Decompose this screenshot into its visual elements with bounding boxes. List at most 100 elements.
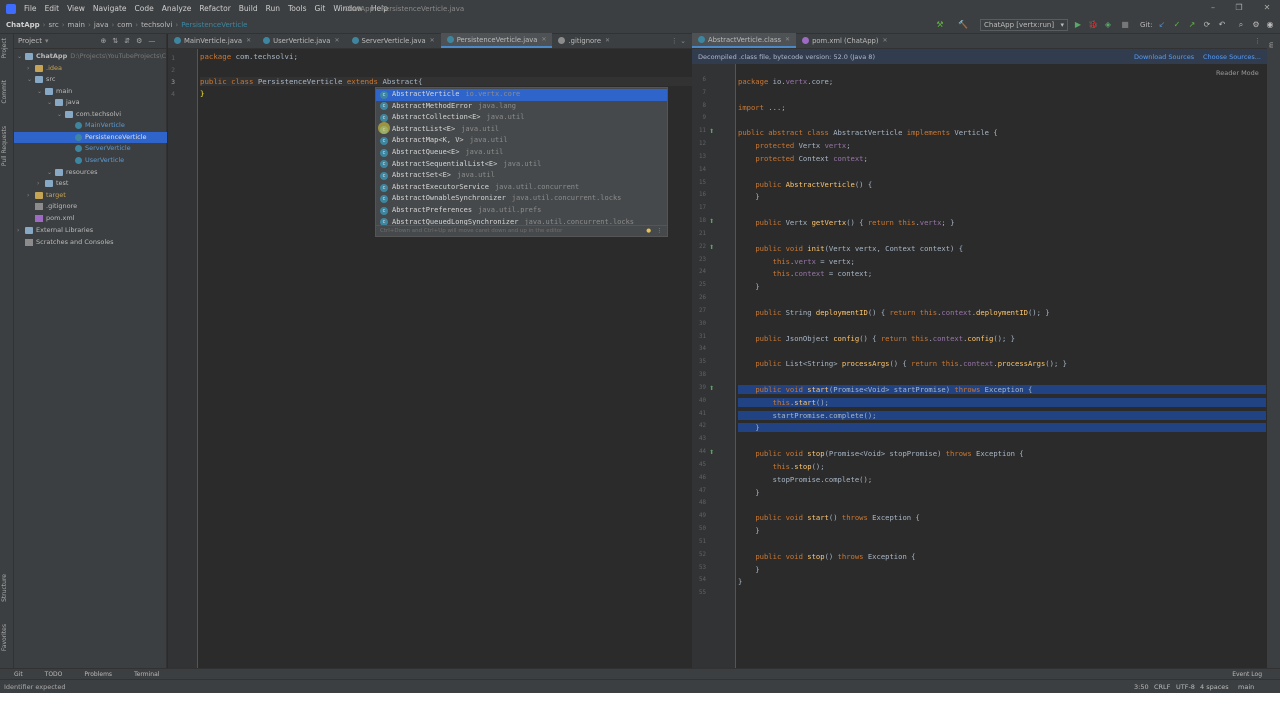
tree-item[interactable]: ⌄ main bbox=[14, 86, 167, 97]
line-separator[interactable]: CRLF bbox=[1154, 683, 1170, 691]
code-line-package[interactable]: package com.techsolvi; bbox=[200, 52, 298, 61]
tree-item[interactable]: UserVerticle bbox=[14, 155, 167, 166]
completion-item[interactable]: cAbstractList<E>java.util bbox=[376, 124, 667, 136]
code-line[interactable]: protected Vertx vertx; bbox=[738, 141, 850, 150]
tree-item[interactable]: ServerVerticle bbox=[14, 143, 167, 154]
event-log-button[interactable]: Event Log bbox=[1232, 671, 1262, 678]
completion-item[interactable]: c AbstractMap<K, V> java.util bbox=[376, 135, 667, 147]
menu-refactor[interactable]: Refactor bbox=[195, 4, 234, 13]
tab-pom-xml[interactable]: pom.xml (ChatApp) ✕ bbox=[796, 33, 893, 48]
code-line[interactable]: import ...; bbox=[738, 103, 786, 112]
tree-expand-icon[interactable]: ⌄ bbox=[47, 167, 55, 178]
implements-gutter-icon[interactable]: ⬆ bbox=[709, 244, 714, 251]
user-icon[interactable]: ◉ bbox=[1265, 19, 1275, 31]
tree-expand-icon[interactable]: ⌄ bbox=[37, 86, 45, 97]
breadcrumb-com[interactable]: com bbox=[114, 21, 135, 29]
tree-item[interactable]: › test bbox=[14, 178, 167, 189]
side-tab-favorites[interactable]: Favorites bbox=[1, 624, 8, 651]
completion-item[interactable]: c AbstractVerticle io.vertx.core bbox=[376, 89, 667, 101]
git-commit-icon[interactable]: ✓ bbox=[1172, 19, 1182, 31]
choose-sources-link[interactable]: Choose Sources... bbox=[1203, 53, 1261, 61]
completion-item[interactable]: c AbstractSet<E> java.util bbox=[376, 170, 667, 182]
debug-icon[interactable]: 🐞 bbox=[1088, 19, 1098, 31]
reader-mode-toggle[interactable]: Reader Mode bbox=[1216, 69, 1259, 77]
implements-gutter-icon[interactable]: ⬆ bbox=[709, 449, 714, 456]
code-line[interactable]: protected Context context; bbox=[738, 154, 868, 163]
expand-all-icon[interactable]: ⇵ bbox=[124, 37, 130, 45]
minimize-icon[interactable]: – bbox=[1208, 3, 1218, 13]
menu-code[interactable]: Code bbox=[131, 4, 158, 13]
code-line[interactable]: } bbox=[738, 526, 759, 535]
code-line[interactable]: public void stop(Promise<Void> stopPromi… bbox=[738, 449, 1023, 458]
tree-item[interactable]: › target bbox=[14, 190, 167, 201]
side-tab-project[interactable]: Project bbox=[1, 38, 8, 59]
code-line[interactable]: startPromise.complete(); bbox=[738, 410, 1266, 420]
tree-item[interactable]: .gitignore bbox=[14, 201, 167, 212]
indent-setting[interactable]: 4 spaces bbox=[1200, 683, 1229, 691]
menu-tools[interactable]: Tools bbox=[284, 4, 310, 13]
code-line[interactable]: public void stop() throws Exception { bbox=[738, 552, 915, 561]
implements-gutter-icon[interactable]: ⬆ bbox=[709, 128, 714, 135]
tree-expand-icon[interactable]: › bbox=[37, 178, 45, 189]
build-icon[interactable]: ⚒ bbox=[935, 19, 945, 31]
code-line[interactable]: stopPromise.complete(); bbox=[738, 475, 873, 484]
code-line[interactable]: public Vertx getVertx() { return this.ve… bbox=[738, 218, 954, 227]
git-branch[interactable]: main bbox=[1238, 683, 1254, 691]
code-line[interactable]: } bbox=[738, 423, 1266, 433]
locate-icon[interactable]: ⊕ bbox=[100, 37, 106, 45]
tree-item[interactable]: PersistenceVerticle bbox=[14, 132, 167, 143]
code-line[interactable]: this.context = context; bbox=[738, 269, 873, 278]
menu-git[interactable]: Git bbox=[310, 4, 329, 13]
side-tab-pull-requests[interactable]: Pull Requests bbox=[1, 126, 8, 166]
rollback-icon[interactable]: ↶ bbox=[1217, 19, 1227, 31]
tree-expand-icon[interactable]: ⌄ bbox=[47, 97, 55, 108]
menu-file[interactable]: File bbox=[20, 4, 41, 13]
tab-server-verticle[interactable]: ServerVerticle.java ✕ bbox=[346, 33, 441, 48]
code-line[interactable]: } bbox=[738, 488, 759, 497]
menu-run[interactable]: Run bbox=[262, 4, 284, 13]
chevron-down-icon[interactable]: ▾ bbox=[45, 37, 49, 45]
tree-item[interactable]: pom.xml bbox=[14, 213, 167, 224]
completion-item[interactable]: c AbstractExecutorService java.util.concur… bbox=[376, 182, 667, 194]
code-line[interactable]: } bbox=[738, 565, 759, 574]
tab-abstract-verticle-class[interactable]: AbstractVerticle.class ✕ bbox=[692, 33, 797, 48]
completion-item[interactable]: c AbstractSequentialList<E> java.util bbox=[376, 159, 667, 171]
side-tab-commit[interactable]: Commit bbox=[1, 80, 8, 104]
completion-item[interactable]: c AbstractQueue<E> java.util bbox=[376, 147, 667, 159]
hide-panel-icon[interactable]: — bbox=[148, 37, 155, 45]
code-line[interactable]: public abstract class AbstractVerticle i… bbox=[738, 128, 998, 137]
git-push-icon[interactable]: ↗ bbox=[1187, 19, 1197, 31]
tree-item[interactable]: ⌄ resources bbox=[14, 167, 167, 178]
tree-expand-icon[interactable]: › bbox=[27, 190, 35, 201]
implements-gutter-icon[interactable]: ⬆ bbox=[709, 385, 714, 392]
caret-position[interactable]: 3:50 bbox=[1134, 683, 1149, 691]
tool-tab-terminal[interactable]: Terminal bbox=[120, 671, 167, 678]
code-line[interactable]: public void start(Promise<Void> startPro… bbox=[738, 384, 1266, 394]
tree-item[interactable]: › External Libraries bbox=[14, 225, 167, 236]
breadcrumb-file[interactable]: PersistenceVerticle bbox=[178, 21, 250, 29]
code-line[interactable]: public void init(Vertx vertx, Context co… bbox=[738, 244, 963, 253]
side-tab-structure[interactable]: Structure bbox=[1, 574, 8, 602]
tool-tab-problems[interactable]: Problems bbox=[70, 671, 120, 678]
tab-persistence-verticle[interactable]: PersistenceVerticle.java ✕ bbox=[440, 33, 553, 48]
code-line[interactable]: } bbox=[738, 192, 759, 201]
code-line-close[interactable]: } bbox=[200, 89, 204, 98]
hammer-icon[interactable]: 🔨 bbox=[958, 19, 968, 31]
git-update-icon[interactable]: ↙ bbox=[1157, 19, 1167, 31]
tool-tab-git[interactable]: Git bbox=[0, 671, 31, 678]
tool-tab-todo[interactable]: TODO bbox=[31, 671, 71, 678]
close-window-icon[interactable]: ✕ bbox=[1262, 3, 1272, 13]
completion-item[interactable]: c AbstractOwnableSynchronizer java.util.co… bbox=[376, 193, 667, 205]
code-line[interactable]: package io.vertx.core; bbox=[738, 77, 833, 86]
menu-analyze[interactable]: Analyze bbox=[158, 4, 196, 13]
code-line[interactable]: this.start(); bbox=[738, 397, 1266, 407]
download-sources-link[interactable]: Download Sources bbox=[1134, 53, 1194, 61]
code-line[interactable]: public String deploymentID() { return th… bbox=[738, 308, 1049, 317]
breadcrumb-src[interactable]: src bbox=[45, 21, 61, 29]
settings-gear-icon[interactable]: ⚙ bbox=[1251, 19, 1261, 31]
tree-item[interactable]: Scratches and Consoles bbox=[14, 237, 167, 248]
code-line[interactable]: public List<String> processArgs() { retu… bbox=[738, 359, 1067, 368]
breadcrumb-main[interactable]: main bbox=[65, 21, 89, 29]
menu-build[interactable]: Build bbox=[235, 4, 262, 13]
code-line[interactable]: } bbox=[738, 577, 742, 586]
